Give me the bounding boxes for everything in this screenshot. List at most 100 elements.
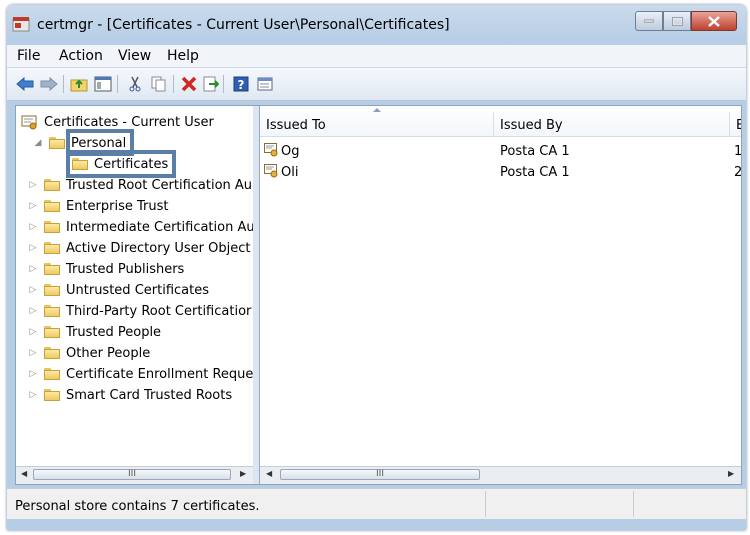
tree-item-label: Intermediate Certification Au <box>66 219 254 235</box>
maximize-button[interactable] <box>663 11 691 31</box>
sort-ascending-icon <box>373 108 381 112</box>
tree-item-trusted-root[interactable]: ▷ Trusted Root Certification Au <box>28 175 253 195</box>
folder-icon <box>49 137 65 149</box>
folder-icon <box>44 326 60 338</box>
tree-horizontal-scrollbar[interactable]: ◀ III ▶ <box>16 466 253 484</box>
tree-item-active-directory[interactable]: ▷ Active Directory User Object <box>28 238 251 258</box>
tree-item-label: Other People <box>66 345 151 361</box>
delete-button[interactable] <box>179 74 199 94</box>
tree-scroll-thumb[interactable]: III <box>33 469 231 480</box>
scroll-left-arrow-icon[interactable]: ◀ <box>21 469 27 478</box>
copy-icon <box>151 76 166 92</box>
close-button[interactable] <box>691 11 737 31</box>
copy-button[interactable] <box>149 74 169 94</box>
folder-icon <box>44 200 60 212</box>
minimize-icon <box>644 19 654 23</box>
help-icon: ? <box>233 76 249 92</box>
certmgr-app-icon <box>12 17 30 32</box>
scroll-right-arrow-icon[interactable]: ▶ <box>728 469 734 478</box>
status-divider <box>485 491 486 517</box>
expand-arrow-icon[interactable]: ▷ <box>28 369 38 379</box>
up-folder-icon <box>70 79 88 92</box>
cut-icon <box>129 76 141 92</box>
toolbar-separator <box>63 75 64 93</box>
scroll-left-arrow-icon[interactable]: ◀ <box>266 469 272 478</box>
menu-view[interactable]: View <box>118 48 151 64</box>
tree-item-untrusted[interactable]: ▷ Untrusted Certificates <box>28 280 209 300</box>
expand-arrow-icon[interactable]: ▷ <box>28 222 38 232</box>
menu-file[interactable]: File <box>17 48 40 64</box>
folder-icon <box>44 305 60 317</box>
menu-bar: File Action View Help <box>7 45 746 68</box>
expand-arrow-icon[interactable]: ▷ <box>28 327 38 337</box>
scroll-grip: III <box>128 469 136 479</box>
scroll-grip: III <box>376 469 384 479</box>
menu-help[interactable]: Help <box>167 48 199 64</box>
tree-item-intermediate[interactable]: ▷ Intermediate Certification Au <box>28 217 254 237</box>
folder-icon <box>44 347 60 359</box>
tree-item-third-party-root[interactable]: ▷ Third-Party Root Certificatior <box>28 301 252 321</box>
tree-item-label: Enterprise Trust <box>66 198 169 214</box>
toolbar-separator <box>117 75 118 93</box>
title-bar[interactable]: certmgr - [Certificates - Current User\P… <box>7 5 746 41</box>
tree-item-smart-card-roots[interactable]: ▷ Smart Card Trusted Roots <box>28 385 233 405</box>
cell-expiration: 11 <box>734 144 741 159</box>
tree-item-label: Third-Party Root Certificatior <box>66 303 252 319</box>
export-list-button[interactable] <box>201 74 221 94</box>
tree-item-label: Smart Card Trusted Roots <box>66 387 233 403</box>
folder-icon <box>44 284 60 296</box>
tree-item-label: Trusted Publishers <box>66 261 185 277</box>
expand-arrow-icon[interactable]: ▷ <box>28 348 38 358</box>
menu-action[interactable]: Action <box>59 48 103 64</box>
expand-arrow-icon[interactable]: ▷ <box>28 285 38 295</box>
tree-item-trusted-people[interactable]: ▷ Trusted People <box>28 322 162 342</box>
export-list-icon <box>203 76 219 92</box>
cell-expiration: 2/ <box>734 165 741 180</box>
certificate-icon <box>264 143 278 157</box>
folder-icon <box>44 179 60 191</box>
minimize-button[interactable] <box>635 11 663 31</box>
show-hide-tree-button[interactable] <box>93 74 113 94</box>
folder-icon <box>44 242 60 254</box>
cell-issued-by: Posta CA 1 <box>500 165 570 180</box>
scroll-right-arrow-icon[interactable]: ▶ <box>240 469 246 478</box>
properties-button[interactable] <box>255 74 275 94</box>
column-header-issued-to[interactable]: Issued To <box>260 108 494 136</box>
collapse-arrow-icon[interactable]: ◢ <box>33 138 43 148</box>
pane-splitter[interactable] <box>253 106 260 484</box>
tree-item-trusted-publishers[interactable]: ▷ Trusted Publishers <box>28 259 185 279</box>
maximize-icon <box>671 16 683 26</box>
list-horizontal-scrollbar[interactable]: ◀ III ▶ <box>260 466 741 484</box>
expand-arrow-icon[interactable]: ▷ <box>28 306 38 316</box>
cell-issued-to: Oli <box>264 164 298 180</box>
tree-root-label: Certificates - Current User <box>44 114 214 130</box>
column-header-issued-by[interactable]: Issued By <box>494 112 730 136</box>
help-button[interactable]: ? <box>231 74 251 94</box>
tree-item-label: Trusted People <box>66 324 162 340</box>
column-header-expiration[interactable]: Ex <box>730 112 741 136</box>
expand-arrow-icon[interactable]: ▷ <box>28 243 38 253</box>
cut-button[interactable] <box>125 74 145 94</box>
up-button[interactable] <box>69 74 89 94</box>
back-button[interactable] <box>15 74 35 94</box>
expand-arrow-icon[interactable]: ▷ <box>28 201 38 211</box>
cell-issued-by: Posta CA 1 <box>500 144 570 159</box>
column-label: Issued By <box>500 118 563 133</box>
list-scroll-thumb[interactable]: III <box>280 469 480 480</box>
status-bar: Personal store contains 7 certificates. <box>7 488 746 519</box>
folder-icon <box>44 221 60 233</box>
expand-arrow-icon[interactable]: ▷ <box>28 180 38 190</box>
certificate-list: Issued To Issued By Ex Og Posta CA 1 11 … <box>260 106 741 484</box>
tree-item-other-people[interactable]: ▷ Other People <box>28 343 151 363</box>
expand-arrow-icon[interactable]: ▷ <box>28 264 38 274</box>
tree-item-label: Active Directory User Object <box>66 240 251 256</box>
forward-button[interactable] <box>39 74 59 94</box>
status-text: Personal store contains 7 certificates. <box>15 499 260 514</box>
tree-item-enterprise-trust[interactable]: ▷ Enterprise Trust <box>28 196 169 216</box>
status-divider <box>633 491 634 517</box>
back-arrow-icon <box>16 77 34 91</box>
tree-item-label: Untrusted Certificates <box>66 282 209 298</box>
expand-arrow-icon[interactable]: ▷ <box>28 390 38 400</box>
tree-item-enrollment-requests[interactable]: ▷ Certificate Enrollment Reque: <box>28 364 253 384</box>
certificates-highlight-box <box>66 150 176 178</box>
